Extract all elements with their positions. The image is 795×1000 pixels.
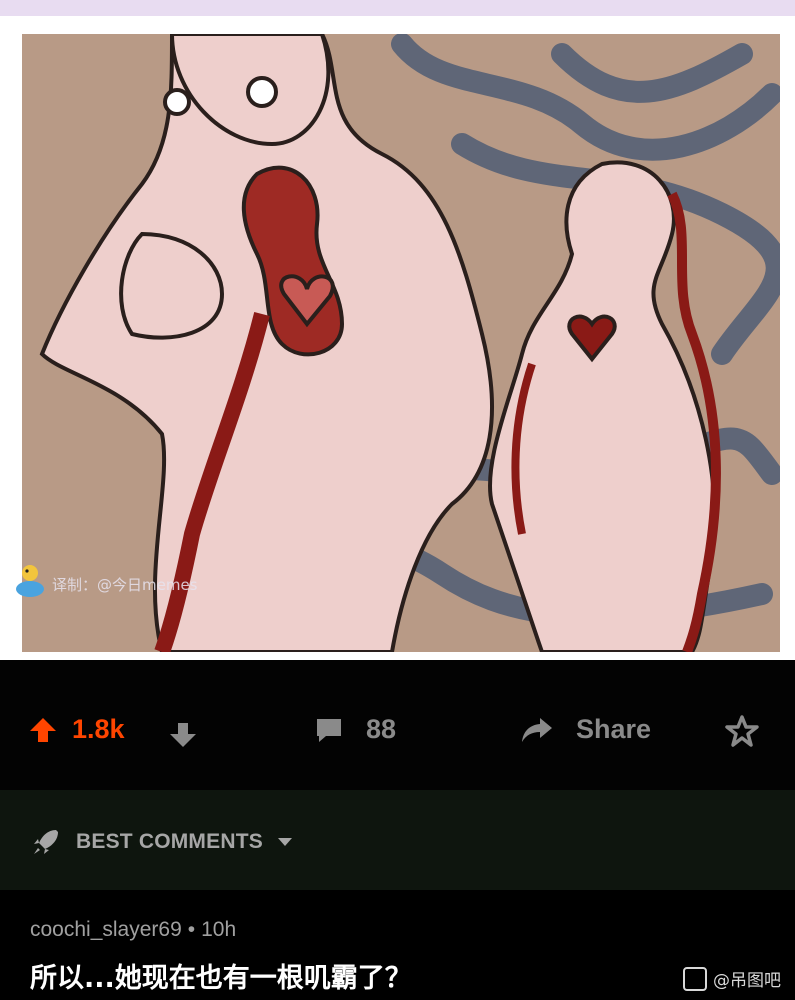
top-strip bbox=[0, 0, 795, 16]
share-label: Share bbox=[576, 714, 652, 744]
comment-bubble-icon bbox=[317, 718, 341, 742]
downvote-arrow-icon bbox=[170, 723, 196, 747]
source-watermark-label: @吊图吧 bbox=[713, 971, 781, 991]
comment-item[interactable]: coochi_slayer69 • 10h 所以...她现在也有一根叽霸了？ @吊图… bbox=[0, 890, 795, 1000]
post-watermark-text: 译制：@今日memes bbox=[52, 576, 198, 594]
comments-button[interactable]: 88 bbox=[314, 714, 396, 745]
comment-meta: coochi_slayer69 • 10h bbox=[30, 918, 236, 942]
comment-author[interactable]: coochi_slayer69 bbox=[30, 918, 182, 941]
upvote-count: 1.8k bbox=[72, 714, 125, 744]
comment-age: 10h bbox=[201, 918, 237, 941]
man-eye-left bbox=[163, 88, 191, 116]
source-watermark: @吊图吧 bbox=[683, 966, 781, 991]
watermark-duck-icon bbox=[16, 565, 44, 597]
award-star-icon bbox=[725, 715, 759, 747]
comment-sort-bar: BEST COMMENTS bbox=[0, 790, 795, 890]
meta-separator: • bbox=[187, 918, 196, 941]
chevron-down-icon bbox=[277, 838, 292, 846]
comment-count: 88 bbox=[366, 714, 397, 744]
comment-sort-selector[interactable]: BEST COMMENTS bbox=[30, 826, 295, 858]
sort-label: BEST COMMENTS bbox=[76, 830, 263, 853]
post-action-bar: 1.8k 88 Share bbox=[0, 660, 795, 790]
upvote-button[interactable]: 1.8k bbox=[28, 714, 125, 745]
rocket-icon bbox=[34, 830, 58, 854]
award-button[interactable] bbox=[724, 714, 760, 750]
share-arrow-icon bbox=[522, 717, 552, 742]
post-image-frame[interactable]: 译制：@今日memes bbox=[0, 16, 795, 660]
man-eye-right bbox=[246, 76, 278, 108]
source-badge-icon bbox=[683, 966, 707, 991]
downvote-button[interactable] bbox=[168, 720, 198, 750]
share-button[interactable]: Share bbox=[520, 714, 651, 745]
upvote-arrow-icon bbox=[30, 717, 56, 742]
post-image-illustration bbox=[22, 34, 780, 652]
comment-text: 所以...她现在也有一根叽霸了？ bbox=[30, 963, 412, 994]
